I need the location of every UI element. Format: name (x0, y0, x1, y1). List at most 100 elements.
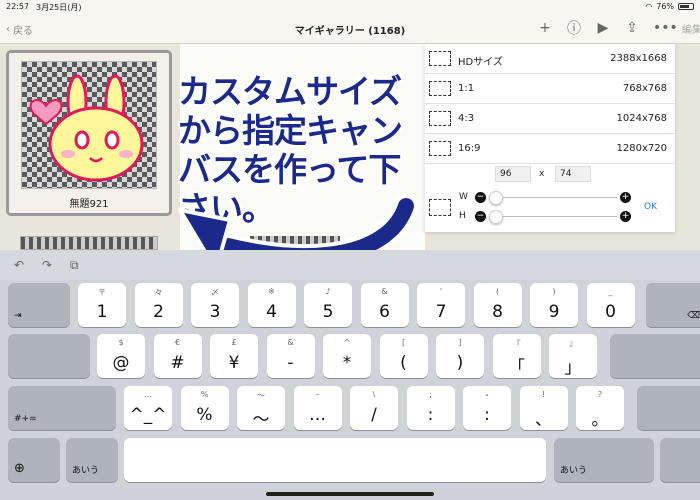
key-^_^[interactable]: … ^_^ (124, 386, 172, 430)
space-key[interactable] (124, 438, 546, 482)
height-slider-track[interactable] (489, 216, 617, 217)
preset-row-4-3[interactable]: 4:3 1024x768 (425, 104, 675, 134)
ok-button[interactable]: OK (644, 202, 657, 212)
dismiss-keyboard-key[interactable] (660, 438, 700, 482)
key-main-label: / (371, 405, 377, 425)
key-main-label: 4 (266, 302, 277, 322)
play-icon[interactable]: ▶ (595, 20, 611, 36)
preset-row-1-1[interactable]: 1:1 768x768 (425, 74, 675, 104)
blank-key[interactable] (8, 334, 90, 378)
key-sub-label: 〜 (257, 391, 265, 400)
more-icon[interactable]: ••• (653, 20, 678, 36)
key-@[interactable]: $ @ (97, 334, 145, 378)
preset-frame-icon (429, 141, 451, 156)
paste-icon[interactable]: ⧉ (70, 258, 79, 273)
preset-size: 768x768 (622, 83, 667, 94)
key-*[interactable]: ^ * (323, 334, 371, 378)
key-)[interactable]: ]) (436, 334, 484, 378)
share-icon[interactable]: ⇪ (624, 20, 640, 36)
key-([interactable]: [( (379, 334, 428, 378)
return-key[interactable] (610, 334, 700, 378)
delete-icon: ⌫ (687, 311, 700, 321)
key--[interactable]: & - (266, 334, 315, 378)
edit-button[interactable]: 編集 (682, 21, 700, 36)
key-「[interactable]: 『「 (492, 334, 541, 378)
preset-row-16-9[interactable]: 16:9 1280x720 (425, 134, 675, 164)
key-〜[interactable]: 〜〜 (237, 386, 285, 430)
preset-size: 1024x768 (616, 113, 667, 124)
globe-key[interactable]: ⊕ (8, 438, 60, 482)
key-#[interactable]: € # (153, 334, 202, 378)
key-…[interactable]: –… (293, 386, 342, 430)
key-sub-label: 『 (512, 339, 521, 348)
height-slider-knob[interactable] (489, 210, 503, 224)
key-main-label: ) (456, 353, 464, 373)
key-。[interactable]: ?。 (576, 386, 624, 430)
canvas-size-popover: HDサイズ 2388x1668 1:1 768x768 4:3 1024x768… (425, 44, 675, 232)
preset-row-hd[interactable]: HDサイズ 2388x1668 (425, 44, 675, 74)
key-sub-label: & (381, 287, 388, 296)
key-sub-label: ※ (268, 287, 275, 296)
width-plus-button[interactable]: + (620, 192, 631, 203)
key-」[interactable]: 』」 (549, 334, 597, 378)
key-sub-label: 』 (569, 339, 577, 348)
preset-label: 4:3 (458, 113, 475, 124)
key-sub-label: ; (429, 390, 432, 399)
preset-frame-icon (429, 111, 451, 126)
tab-label: ⇥ (14, 311, 22, 321)
key-9[interactable]: ) 9 (530, 283, 578, 327)
key-sub-label: 々 (154, 288, 163, 297)
plus-icon[interactable]: + (537, 20, 553, 36)
key-sub-label: \ (372, 390, 376, 399)
keyboard-toolbar: ↶ ↷ ⧉ (0, 250, 700, 280)
gallery-item-selected[interactable]: 無題921 (6, 50, 172, 216)
key-main-label: 」 (564, 358, 582, 378)
key-sub-label: ? (597, 390, 603, 399)
delete-key[interactable]: ⌫ (646, 283, 700, 327)
language-key-right[interactable]: あいう (554, 438, 654, 482)
height-minus-button[interactable]: − (475, 211, 486, 222)
status-date: 3月25日(月) (36, 3, 82, 12)
status-bar: 22:57 3月25日(月) ◠ 76% (0, 0, 700, 14)
language-key[interactable]: あいう (66, 438, 118, 482)
key-、[interactable]: !、 (519, 386, 568, 430)
thumbnail-image (21, 61, 157, 189)
gallery-item[interactable] (20, 236, 158, 250)
key-main-label: @ (112, 353, 130, 373)
key-2[interactable]: 々2 (134, 283, 183, 327)
key-sub-label: ^ (343, 338, 351, 347)
redo-icon[interactable]: ↷ (42, 258, 52, 272)
key-:[interactable]: ・: (463, 386, 511, 430)
key-3[interactable]: 〆3 (191, 283, 239, 327)
custom-width-input[interactable]: 96 (495, 166, 531, 182)
key-:[interactable]: ;: (406, 386, 455, 430)
height-plus-button[interactable]: + (620, 211, 631, 222)
width-slider-knob[interactable] (489, 191, 503, 205)
custom-size-inputs: 96 x 74 (425, 166, 675, 186)
width-slider-track[interactable] (489, 197, 617, 198)
tab-key[interactable]: ⇥ (8, 283, 70, 327)
preset-label: 1:1 (458, 83, 475, 94)
shift-key-right[interactable] (637, 386, 700, 430)
key-6[interactable]: & 6 (360, 283, 409, 327)
preset-size: 1280x720 (616, 143, 667, 154)
key-sub-label: % (200, 390, 209, 399)
key-0[interactable]: _ 0 (586, 283, 635, 327)
key-1[interactable]: 〒 1 (78, 283, 126, 327)
key-%[interactable]: %% (180, 386, 229, 430)
key-4[interactable]: ※ 4 (247, 283, 296, 327)
width-minus-button[interactable]: − (475, 192, 486, 203)
shift-key[interactable]: #+= (8, 386, 116, 430)
globe-icon: ⊕ (14, 461, 25, 476)
key-5[interactable]: ♪ 5 (304, 283, 352, 327)
info-icon[interactable]: ⓘ (566, 18, 582, 38)
key-7[interactable]: ' 7 (417, 283, 465, 327)
size-separator: x (539, 169, 545, 179)
undo-icon[interactable]: ↶ (14, 258, 24, 272)
key-sub-label: ( (495, 287, 500, 296)
custom-height-input[interactable]: 74 (555, 166, 591, 182)
key-¥[interactable]: £ ¥ (210, 334, 258, 378)
key-8[interactable]: (8 (473, 283, 522, 327)
key-/[interactable]: \ / (350, 386, 398, 430)
language-label: あいう (72, 466, 100, 476)
